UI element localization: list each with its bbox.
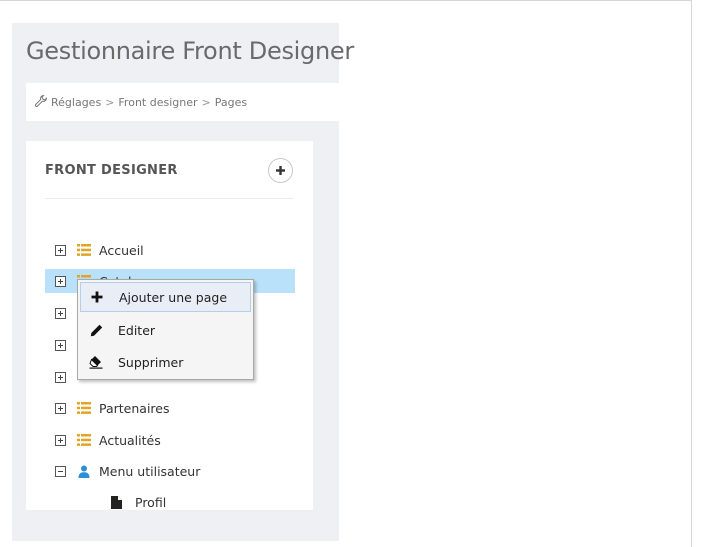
expand-toggle-icon[interactable] [55, 402, 66, 414]
menu-item-label: Supprimer [118, 354, 184, 370]
breadcrumb: Réglages > Front designer > Pages [26, 83, 339, 121]
expand-toggle-icon[interactable] [55, 244, 66, 256]
plus-icon [276, 166, 285, 175]
wrench-icon [34, 94, 51, 111]
tree-item-label: Actualités [99, 432, 161, 448]
list-icon [77, 243, 91, 257]
tree-item-menu-utilisateur[interactable]: Menu utilisateur [45, 459, 295, 483]
panel-divider [45, 198, 293, 199]
breadcrumb-item-front-designer[interactable]: Front designer [118, 96, 197, 109]
plus-icon [89, 289, 105, 305]
expand-toggle-icon[interactable] [55, 275, 66, 287]
tree-item-label: Profil [135, 494, 167, 510]
panel-title: FRONT DESIGNER [45, 163, 178, 178]
pencil-icon [88, 322, 104, 338]
collapse-toggle-icon[interactable] [55, 465, 66, 477]
breadcrumb-separator: > [105, 95, 115, 109]
expand-toggle-icon[interactable] [55, 339, 66, 351]
file-icon [109, 495, 123, 509]
list-icon [77, 401, 91, 415]
list-icon [77, 433, 91, 447]
expand-toggle-icon[interactable] [55, 371, 66, 383]
menu-item-delete[interactable]: Supprimer [80, 347, 251, 377]
eraser-icon [88, 354, 104, 370]
tree-item-label: Accueil [99, 242, 144, 258]
expand-toggle-icon[interactable] [55, 434, 66, 446]
app-window: Gestionnaire Front Designer Réglages > F… [0, 0, 692, 547]
menu-item-edit[interactable]: Editer [80, 315, 251, 345]
user-icon [77, 464, 91, 478]
context-menu: Ajouter une page Editer Supprimer [77, 279, 254, 380]
tree-item-accueil[interactable]: Accueil [45, 238, 295, 262]
menu-item-add-page[interactable]: Ajouter une page [80, 282, 251, 312]
breadcrumb-separator: > [201, 95, 211, 109]
breadcrumb-item-pages: Pages [214, 95, 248, 109]
tree-item-partenaires[interactable]: Partenaires [45, 396, 295, 420]
tree-item-label: Menu utilisateur [99, 463, 201, 479]
breadcrumb-item-reglages[interactable]: Réglages [51, 96, 101, 109]
menu-item-label: Ajouter une page [119, 289, 228, 305]
expand-toggle-icon[interactable] [55, 307, 66, 319]
tree-item-actualites[interactable]: Actualités [45, 428, 295, 452]
tree-item-profil[interactable]: Profil [109, 490, 289, 514]
page-title: Gestionnaire Front Designer [26, 37, 354, 65]
menu-item-label: Editer [118, 322, 156, 338]
tree-item-label: Partenaires [99, 400, 170, 416]
add-root-page-button[interactable] [268, 158, 293, 183]
